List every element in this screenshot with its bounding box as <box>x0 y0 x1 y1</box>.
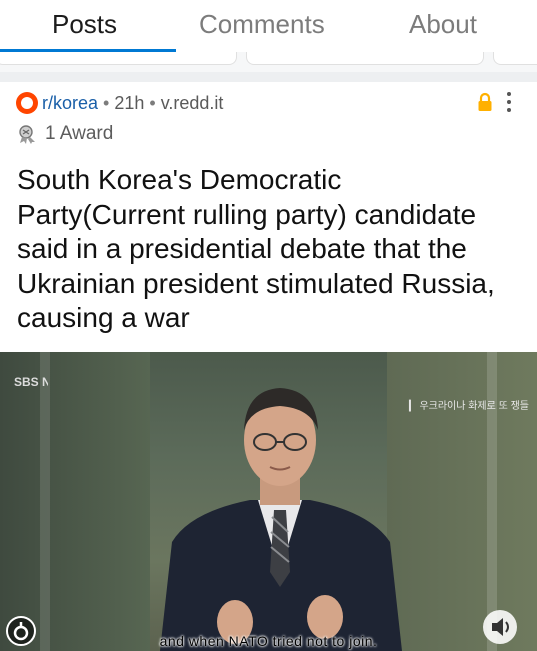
meta-separator: • <box>103 93 110 113</box>
tab-comments[interactable]: Comments <box>199 8 325 40</box>
more-options-icon[interactable] <box>498 90 520 114</box>
speaker-figure <box>160 388 402 651</box>
award-icon <box>19 125 35 144</box>
post-age: 21h <box>114 93 145 113</box>
post-title[interactable]: South Korea's Democratic Party(Current r… <box>17 163 517 336</box>
subreddit-avatar-icon[interactable] <box>16 92 38 114</box>
award-row[interactable]: 1 Award <box>17 121 113 147</box>
tab-posts[interactable]: Posts <box>52 8 117 40</box>
live-indicator-icon[interactable] <box>6 616 36 646</box>
news-caption: ▎ 우크라이나 화제로 또 쟁들 <box>408 401 529 412</box>
award-count: 1 Award <box>45 123 114 144</box>
subreddit-link[interactable]: r/korea <box>42 91 98 115</box>
previous-card-strip <box>0 52 537 72</box>
video-subtitle: and when NATO tried not to join. <box>159 633 378 649</box>
card-divider <box>0 72 537 82</box>
volume-icon[interactable] <box>483 610 517 644</box>
tab-about[interactable]: About <box>409 8 477 40</box>
lock-icon <box>478 92 492 111</box>
svg-text:SBS NEWS: SBS NEWS <box>14 375 48 389</box>
post-domain[interactable]: v.redd.it <box>161 91 224 115</box>
post-meta: r/korea • 21h • v.redd.it <box>16 90 223 116</box>
channel-logo: SBS NEWS <box>14 375 48 389</box>
video-player[interactable]: SBS NEWS ▎ 우크라이나 화제로 또 쟁들 and when NATO … <box>0 352 537 651</box>
profile-tabs: Posts Comments About <box>0 0 537 52</box>
meta-separator: • <box>149 93 156 113</box>
